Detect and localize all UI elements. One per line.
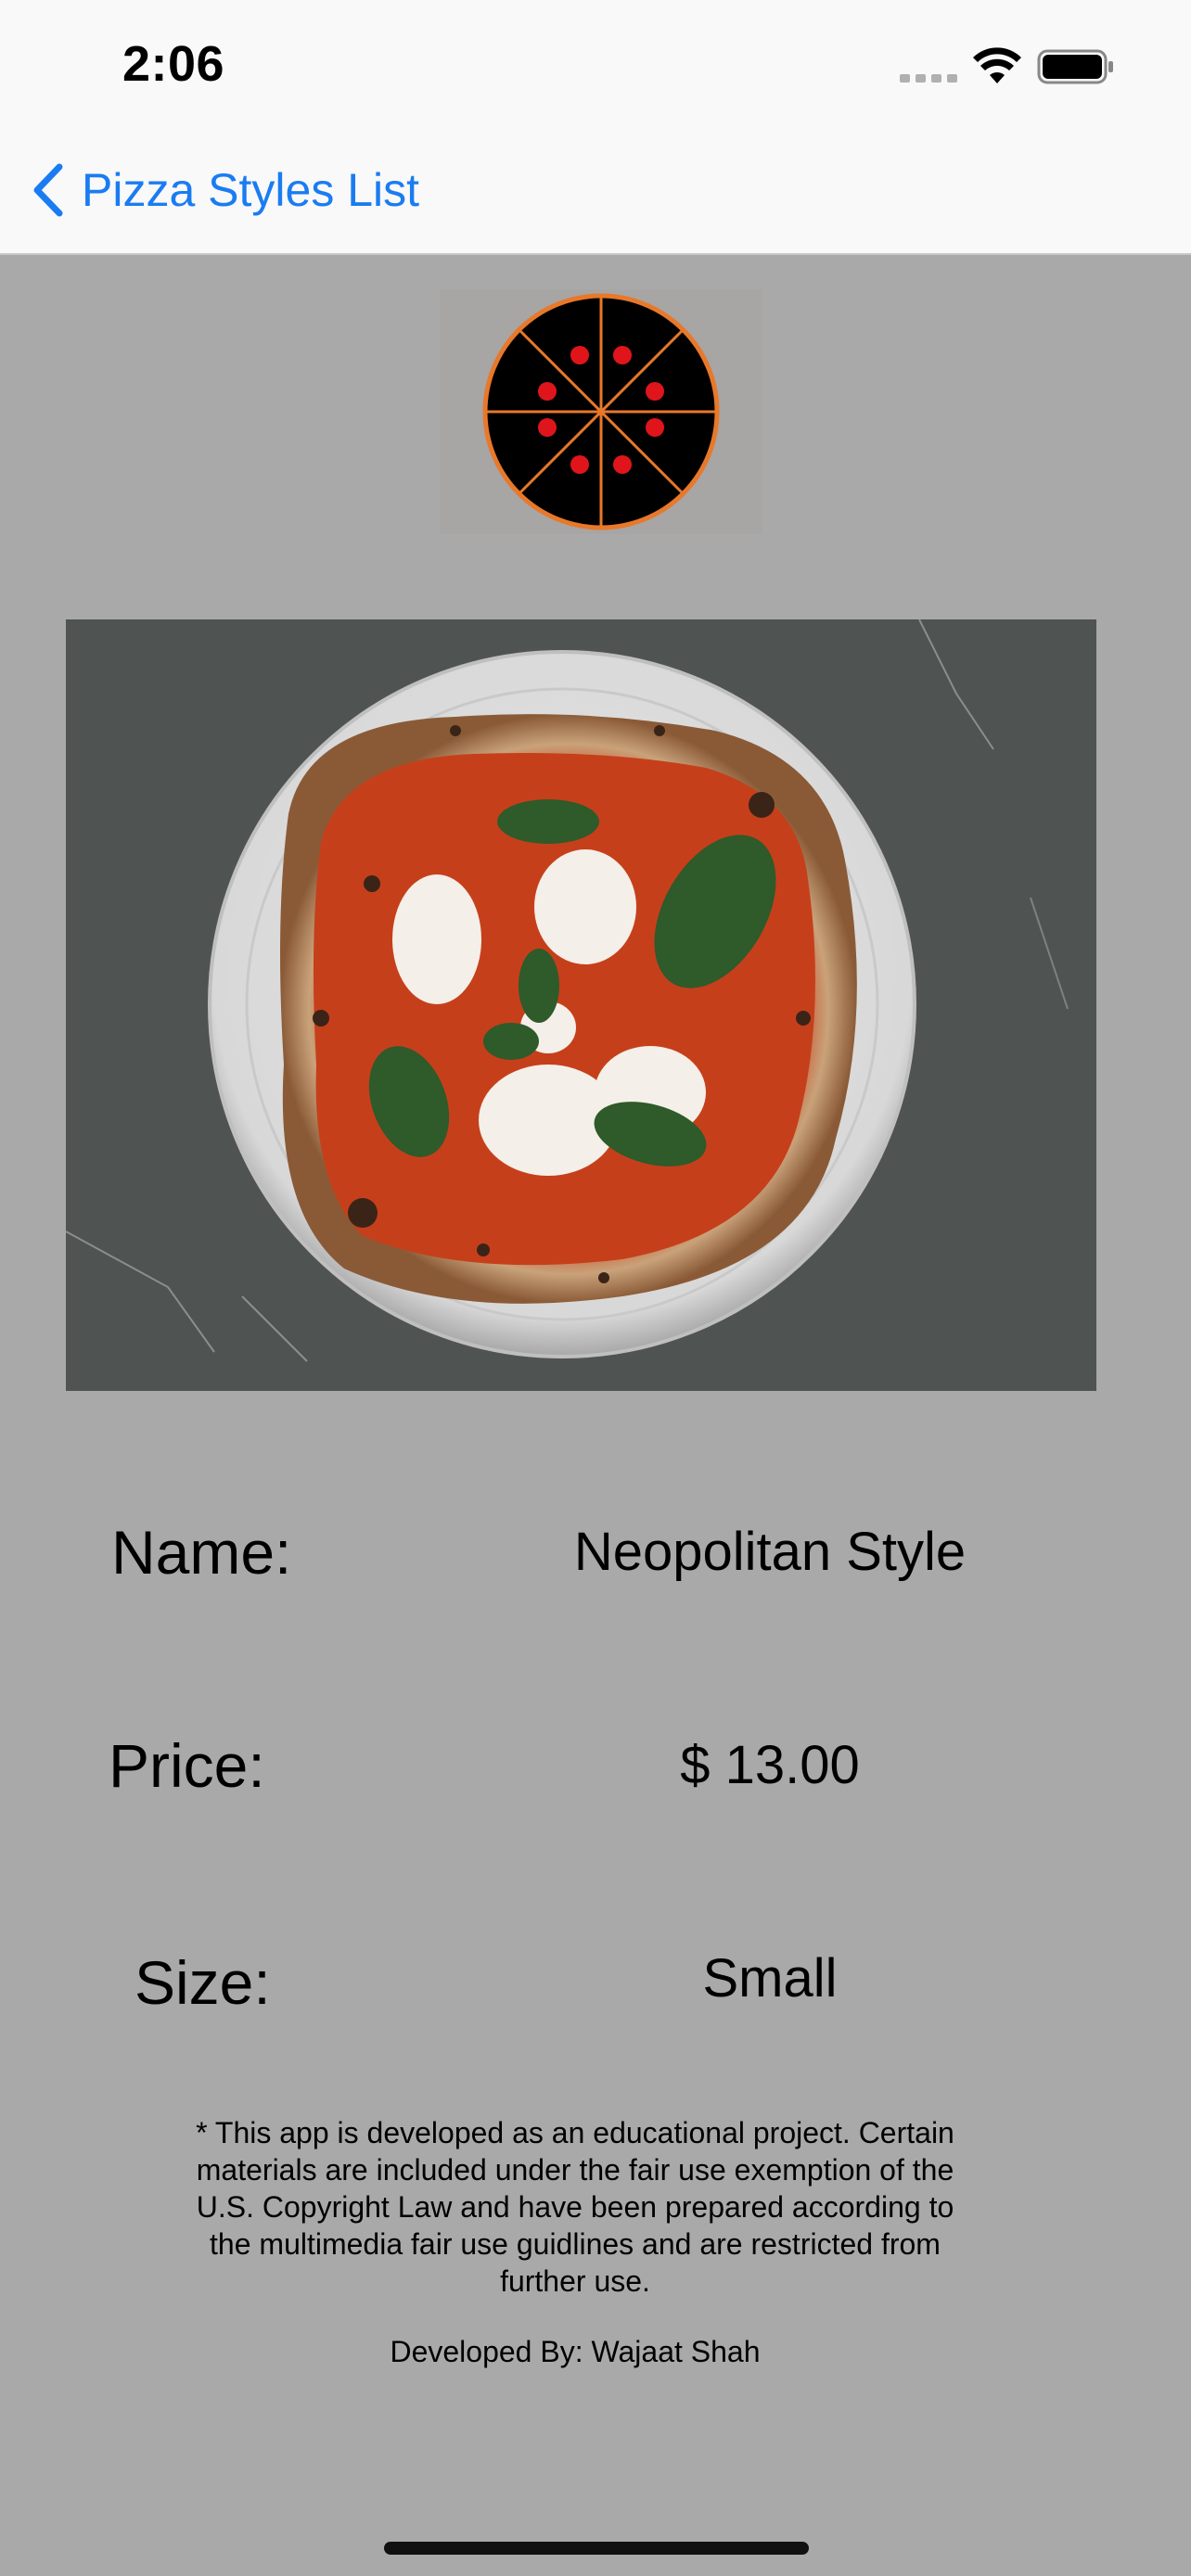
pizza-logo xyxy=(440,289,762,534)
name-label: Name: xyxy=(111,1518,292,1587)
pizza-logo-icon xyxy=(482,293,720,530)
size-value: Small xyxy=(702,1948,838,2009)
name-value: Neopolitan Style xyxy=(573,1522,967,1582)
disclaimer-text: * This app is developed as an educationa… xyxy=(196,2116,954,2298)
chevron-left-icon xyxy=(33,163,63,217)
wifi-icon xyxy=(973,47,1021,83)
pizza-photo-image xyxy=(66,619,1096,1391)
pizza-photo xyxy=(66,619,1096,1391)
developer-credit: Developed By: Wajaat Shah xyxy=(390,2335,761,2368)
navigation-bar: Pizza Styles List xyxy=(0,130,1191,255)
price-label: Price: xyxy=(109,1731,265,1800)
status-bar: 2:06 xyxy=(0,0,1191,130)
battery-icon xyxy=(1037,49,1113,84)
size-label: Size: xyxy=(134,1948,271,2017)
home-indicator[interactable] xyxy=(384,2542,809,2555)
cellular-signal-icon xyxy=(900,74,957,83)
back-button[interactable]: Pizza Styles List xyxy=(28,158,419,223)
status-time: 2:06 xyxy=(122,36,225,92)
price-value: $ 13.00 xyxy=(680,1735,860,1795)
back-button-label: Pizza Styles List xyxy=(82,164,420,216)
